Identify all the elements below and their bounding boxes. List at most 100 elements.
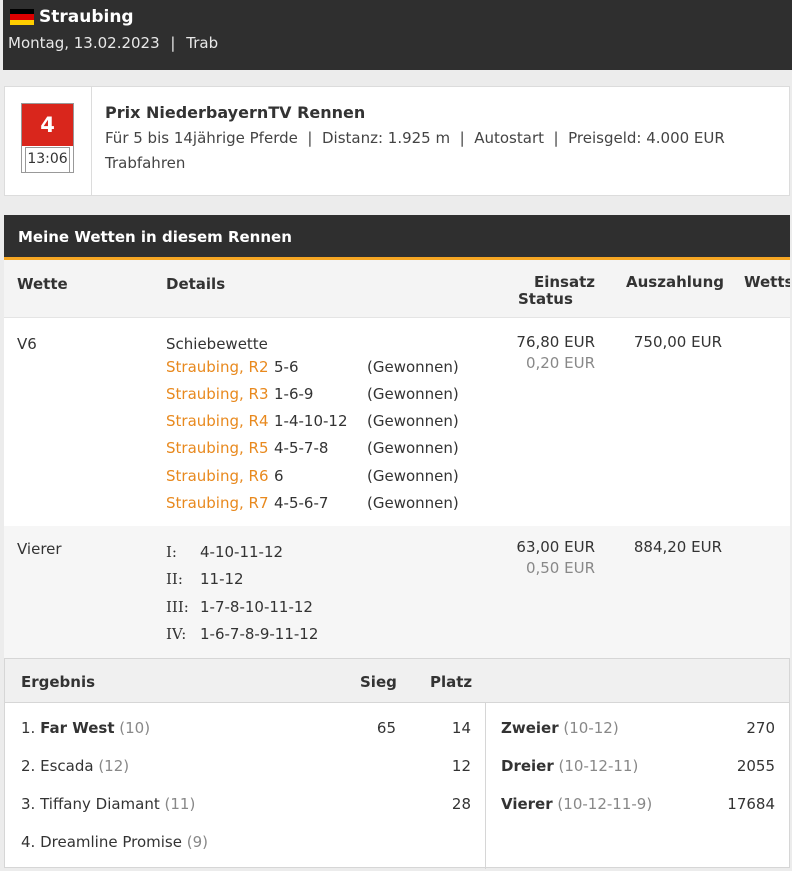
leg-result: (Gewonnen) <box>367 467 459 485</box>
combo-value: 270 <box>746 719 775 737</box>
leg-result: (Gewonnen) <box>367 494 459 512</box>
combo-numbers: (10-12-11) <box>558 757 639 775</box>
position-numbers: 1-7-8-10-11-12 <box>200 598 313 616</box>
col-status: Status <box>518 290 573 308</box>
col-wette: Wette <box>17 275 68 293</box>
col-wettschein: Wetts <box>744 273 790 291</box>
position-numbers: 11-12 <box>200 570 244 588</box>
col-einsatz: Einsatz <box>533 273 595 291</box>
finisher-sieg: 65 <box>376 719 396 737</box>
leg-numbers: 4-5-7-8 <box>274 439 329 457</box>
col-details: Details <box>166 275 226 293</box>
finisher-number: (9) <box>186 833 209 851</box>
result-header: Ergebnis Sieg Platz <box>5 659 789 703</box>
position-numbers: 4-10-11-12 <box>200 543 284 561</box>
finisher-platz: 28 <box>451 795 471 813</box>
leg-race-link[interactable]: Straubing, R7 <box>166 494 269 512</box>
leg-numbers: 5-6 <box>274 358 299 376</box>
bet-einsatz: 76,80 EUR <box>516 333 595 351</box>
date-line: Montag, 13.02.2023 | Trab <box>8 34 218 52</box>
leg-race-link[interactable]: Straubing, R3 <box>166 385 269 403</box>
finisher-pos: 4. <box>21 833 36 851</box>
finisher-row: 2. Escada (12) <box>21 757 129 775</box>
my-bets-header: Meine Wetten in diesem Rennen <box>4 215 790 260</box>
top-bar: Straubing Montag, 13.02.2023 | Trab <box>3 0 792 70</box>
finisher-name[interactable]: Far West <box>40 719 114 737</box>
leg-result: (Gewonnen) <box>367 439 459 457</box>
leg-race-link[interactable]: Straubing, R2 <box>166 358 269 376</box>
race-time: 13:06 <box>25 147 70 173</box>
finisher-number: (11) <box>164 795 196 813</box>
leg-numbers: 1-4-10-12 <box>274 412 348 430</box>
bet-status: 0,20 EUR <box>525 354 595 372</box>
leg-race-link[interactable]: Straubing, R4 <box>166 412 269 430</box>
combo-row: Vierer (10-12-11-9) <box>501 795 652 813</box>
leg-numbers: 4-5-6-7 <box>274 494 329 512</box>
combo-value: 2055 <box>736 757 775 775</box>
bets-column-header: Wette Details Einsatz Status Auszahlung … <box>4 260 790 318</box>
leg-result: (Gewonnen) <box>367 358 459 376</box>
result-divider <box>485 703 486 869</box>
leg-race-link[interactable]: Straubing, R6 <box>166 467 269 485</box>
finisher-row: 4. Dreamline Promise (9) <box>21 833 208 851</box>
separator: | <box>170 34 176 52</box>
bet-payout: 884,20 EUR <box>633 538 722 556</box>
bet-type: Vierer <box>17 540 62 558</box>
leg-race-link[interactable]: Straubing, R5 <box>166 439 269 457</box>
venue-title: Straubing <box>39 7 134 27</box>
position-numbers: 1-6-7-8-9-11-12 <box>200 625 319 643</box>
finisher-pos: 1. <box>21 719 36 737</box>
leg-result: (Gewonnen) <box>367 385 459 403</box>
combo-row: Dreier (10-12-11) <box>501 757 638 775</box>
vierer-position: IV: 1-6-7-8-9-11-12 <box>166 625 318 643</box>
combo-numbers: (10-12) <box>563 719 619 737</box>
my-bets-title: Meine Wetten in diesem Rennen <box>18 228 292 246</box>
leg-numbers: 1-6-9 <box>274 385 314 403</box>
race-card-divider <box>91 87 92 195</box>
vierer-position: I: 4-10-11-12 <box>166 543 283 561</box>
col-sieg: Sieg <box>360 673 397 691</box>
bet-type: V6 <box>17 335 37 353</box>
date: Montag, 13.02.2023 <box>8 34 160 52</box>
race-number: 4 <box>22 104 73 146</box>
result-title: Ergebnis <box>21 673 96 691</box>
finisher-number: (10) <box>119 719 151 737</box>
position-rank: I: <box>166 543 177 561</box>
finisher-pos: 2. <box>21 757 36 775</box>
finisher-row: 3. Tiffany Diamant (11) <box>21 795 195 813</box>
finisher-name[interactable]: Escada <box>40 757 93 775</box>
race-info: Für 5 bis 14jährige Pferde | Distanz: 1.… <box>105 129 725 147</box>
race-card: 4 13:06 Prix NiederbayernTV Rennen Für 5… <box>4 86 790 196</box>
col-auszahlung: Auszahlung <box>626 273 724 291</box>
col-platz: Platz <box>430 673 473 691</box>
race-title: Prix NiederbayernTV Rennen <box>105 103 366 122</box>
leg-result: (Gewonnen) <box>367 412 459 430</box>
finisher-pos: 3. <box>21 795 36 813</box>
leg-numbers: 6 <box>274 467 284 485</box>
finisher-name[interactable]: Tiffany Diamant <box>40 795 160 813</box>
combo-row: Zweier (10-12) <box>501 719 619 737</box>
race-type-label: Trab <box>186 34 219 52</box>
position-rank: III: <box>166 598 189 616</box>
finisher-number: (12) <box>98 757 130 775</box>
race-number-badge: 4 13:06 <box>21 103 74 173</box>
bet-row-vierer: Vierer 63,00 EUR 0,50 EUR 884,20 EUR I: 4… <box>4 526 790 660</box>
combo-numbers: (10-12-11-9) <box>557 795 653 813</box>
bet-payout: 750,00 EUR <box>633 333 722 351</box>
finisher-platz: 12 <box>451 757 471 775</box>
combo-name: Vierer <box>501 795 553 813</box>
position-rank: IV: <box>166 625 187 643</box>
finisher-name[interactable]: Dreamline Promise <box>40 833 182 851</box>
race-subtype: Trabfahren <box>105 154 186 172</box>
combo-name: Zweier <box>501 719 559 737</box>
bets-table: Wette Details Einsatz Status Auszahlung … <box>4 260 790 660</box>
germany-flag-icon <box>10 9 34 25</box>
finisher-platz: 14 <box>451 719 471 737</box>
vierer-position: II: 11-12 <box>166 570 244 588</box>
bet-subtype: Schiebewette <box>166 335 268 353</box>
bet-status: 0,50 EUR <box>525 559 595 577</box>
bet-row-v6: V6 Schiebewette 76,80 EUR 0,20 EUR 750,0… <box>4 318 790 526</box>
combo-value: 17684 <box>727 795 775 813</box>
finisher-row: 1. Far West (10) <box>21 719 150 737</box>
vierer-position: III: 1-7-8-10-11-12 <box>166 598 313 616</box>
